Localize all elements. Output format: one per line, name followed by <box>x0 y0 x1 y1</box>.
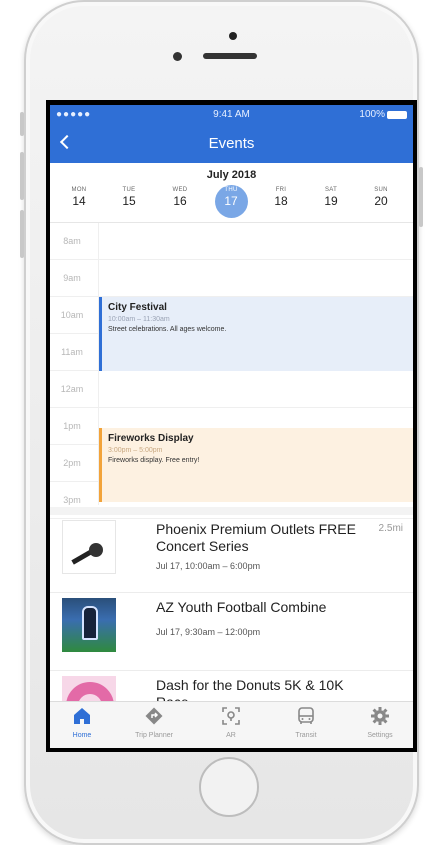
hour-label: 8am <box>63 236 81 246</box>
bus-icon <box>298 707 314 724</box>
donut-shape <box>66 682 114 701</box>
tab-label: Home <box>72 732 92 739</box>
volume-down-button <box>20 210 24 258</box>
tab-label: Trip Planner <box>135 732 173 739</box>
tab-label: Transit <box>295 732 317 739</box>
status-bar: ●●●●● 9:41 AM 100% <box>50 109 413 123</box>
section-divider <box>50 507 413 515</box>
list-item-title: Dash for the Donuts 5K & 10K Race <box>156 677 344 701</box>
battery-percent: 100% <box>359 109 385 120</box>
tab-home[interactable]: Home <box>52 706 112 739</box>
tab-settings[interactable]: Settings <box>350 706 410 739</box>
ar-location-icon <box>222 707 240 725</box>
donut-image <box>62 676 116 701</box>
day-sun[interactable]: SUN 20 <box>361 187 401 208</box>
day-timeline[interactable]: 8am 9am 10am 11am 12am 1pm 2pm 3pm City … <box>50 223 413 519</box>
hour-row: 9am <box>50 260 413 297</box>
screen: ●●●●● 9:41 AM 100% Events July 2018 MON … <box>46 100 417 752</box>
list-item-title: Phoenix Premium Outlets FREE Concert Ser… <box>156 521 356 554</box>
gear-icon <box>371 707 389 725</box>
day-date: 16 <box>173 194 187 208</box>
event-description: Fireworks display. Free entry! <box>108 457 200 464</box>
event-title: Fireworks Display <box>108 433 194 444</box>
day-date: 20 <box>374 194 388 208</box>
event-title: City Festival <box>108 302 167 313</box>
hour-label: 11am <box>61 347 83 357</box>
day-sat[interactable]: SAT 19 <box>311 187 351 208</box>
tab-bar: Home Trip Planner AR Transit Settings <box>50 701 413 748</box>
list-item[interactable]: Dash for the Donuts 5K & 10K Race <box>50 671 413 701</box>
hour-label: 10am <box>60 310 84 320</box>
battery-icon <box>387 111 407 119</box>
hour-label: 1pm <box>63 421 81 431</box>
day-thu[interactable]: THU 17 <box>211 187 251 208</box>
navigation-bar: ●●●●● 9:41 AM 100% Events <box>50 105 413 163</box>
day-wed[interactable]: WED 16 <box>160 187 200 208</box>
volume-up-button <box>20 152 24 200</box>
tab-label: Settings <box>367 732 393 739</box>
day-date: 14 <box>72 194 86 208</box>
day-name: TUE <box>122 187 136 193</box>
list-item-distance: 2.5mi <box>378 523 403 534</box>
hour-label: 12am <box>60 384 84 394</box>
day-fri[interactable]: FRI 18 <box>261 187 301 208</box>
home-icon <box>74 708 90 724</box>
list-item-date: Jul 17, 10:00am – 6:00pm <box>156 561 261 571</box>
hour-row: 12am <box>50 371 413 408</box>
tab-transit[interactable]: Transit <box>276 706 336 739</box>
day-date: 17 <box>224 194 238 208</box>
day-tue[interactable]: TUE 15 <box>109 187 149 208</box>
page-title: Events <box>208 135 255 152</box>
event-city-festival[interactable]: City Festival 10:00am – 11:30am Street c… <box>99 297 413 371</box>
list-item-title: AZ Youth Football Combine <box>156 599 327 615</box>
mute-switch <box>20 112 24 136</box>
event-fireworks-display[interactable]: Fireworks Display 3:00pm – 5:00pm Firewo… <box>99 428 413 502</box>
day-name: MON <box>71 187 87 193</box>
event-time: 10:00am – 11:30am <box>108 316 170 323</box>
hour-label: 3pm <box>63 495 81 505</box>
tab-ar[interactable]: AR <box>201 706 261 739</box>
event-list[interactable]: Phoenix Premium Outlets FREE Concert Ser… <box>50 515 413 701</box>
event-description: Street celebrations. All ages welcome. <box>108 326 227 333</box>
power-button <box>419 167 423 227</box>
list-item[interactable]: Phoenix Premium Outlets FREE Concert Ser… <box>50 515 413 593</box>
hour-label: 9am <box>63 273 81 283</box>
day-name: SAT <box>324 187 338 193</box>
day-name: SUN <box>374 187 388 193</box>
day-mon[interactable]: MON 14 <box>59 187 99 208</box>
list-item-date: Jul 17, 9:30am – 12:00pm <box>156 627 261 637</box>
app-screen: ●●●●● 9:41 AM 100% Events July 2018 MON … <box>50 105 413 748</box>
stage: ●●●●● 9:41 AM 100% Events July 2018 MON … <box>0 0 439 845</box>
home-button[interactable] <box>199 757 259 817</box>
trip-planner-icon <box>145 707 163 725</box>
day-name: FRI <box>275 187 287 193</box>
day-name: THU <box>224 187 238 193</box>
hour-label: 2pm <box>63 458 81 468</box>
list-item[interactable]: AZ Youth Football Combine Jul 17, 9:30am… <box>50 593 413 671</box>
event-time: 3:00pm – 5:00pm <box>108 447 163 454</box>
day-date: 19 <box>324 194 338 208</box>
hour-row: 8am <box>50 223 413 260</box>
tab-trip-planner[interactable]: Trip Planner <box>124 706 184 739</box>
football-player-image <box>62 598 116 652</box>
tab-label: AR <box>226 732 236 739</box>
front-camera <box>229 32 237 40</box>
day-date: 15 <box>122 194 136 208</box>
month-label: July 2018 <box>206 169 257 181</box>
week-strip: July 2018 MON 14 TUE 15 WED 16 THU 17 FR… <box>50 163 413 223</box>
proximity-sensor <box>173 52 182 61</box>
microphone-image <box>62 520 116 574</box>
microphone-head <box>89 543 103 557</box>
earpiece-speaker <box>203 53 257 59</box>
football-player-figure <box>82 606 98 640</box>
day-date: 18 <box>274 194 288 208</box>
day-name: WED <box>172 187 188 193</box>
